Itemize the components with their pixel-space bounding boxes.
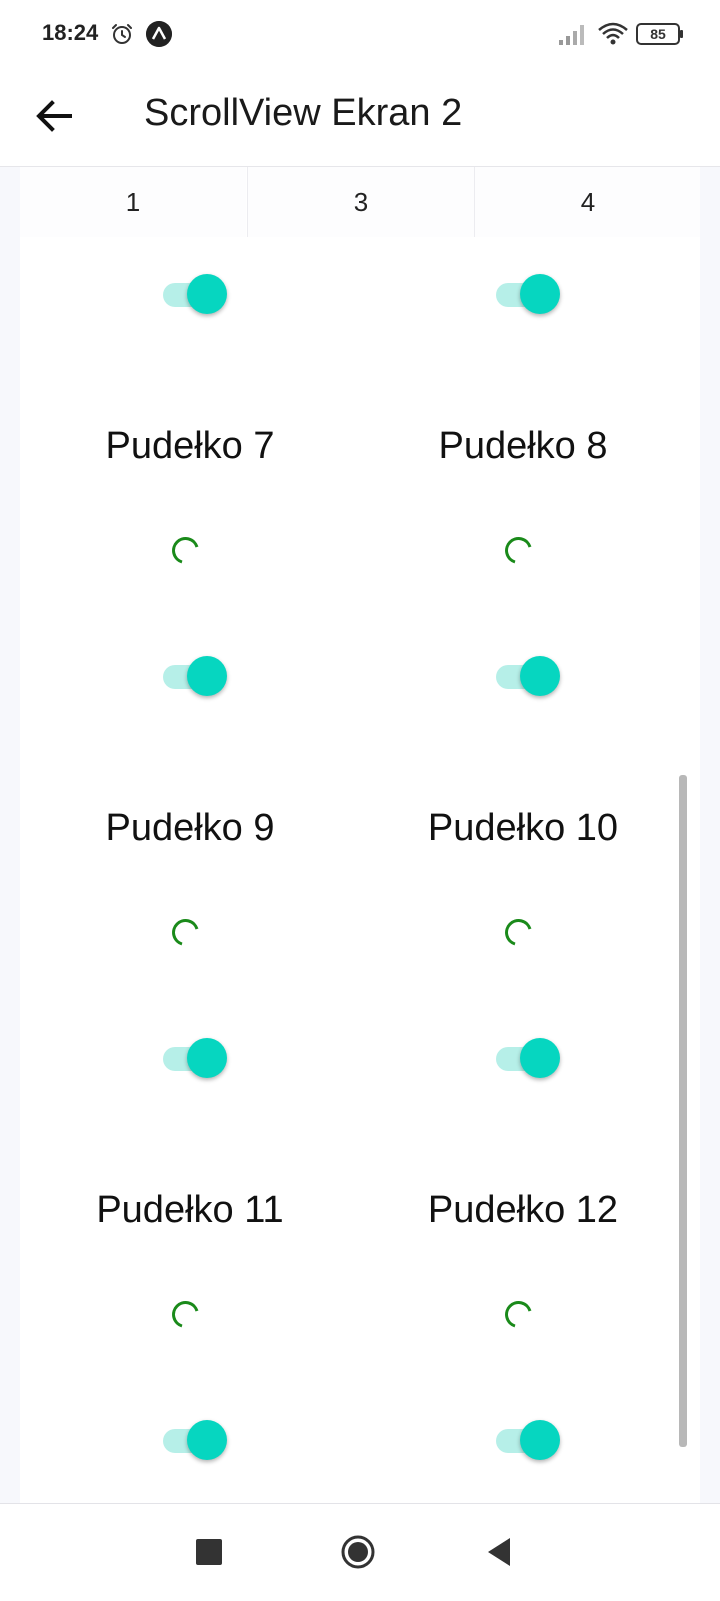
loading-spinner-icon (505, 1301, 532, 1328)
loading-spinner-icon (505, 537, 532, 564)
battery-icon: 85 (636, 23, 684, 45)
nav-back-icon[interactable] (484, 1536, 514, 1568)
box-label: Pudełko 7 (105, 425, 275, 467)
loading-spinner-icon (505, 919, 532, 946)
battery-level: 85 (636, 23, 680, 45)
wifi-icon (598, 22, 628, 45)
signal-icon (559, 25, 584, 45)
toggle-switch[interactable] (163, 1420, 229, 1460)
tab-1[interactable]: 1 (20, 167, 246, 237)
back-arrow-icon[interactable] (30, 92, 78, 140)
box-label: Pudełko 11 (96, 1189, 284, 1231)
app-bar: ScrollView Ekran 2 (0, 68, 720, 167)
box-label: Pudełko 9 (105, 807, 275, 849)
status-bar: 18:24 85 (0, 0, 720, 68)
system-nav-bar (0, 1503, 720, 1601)
box-label: Pudełko 8 (438, 425, 608, 467)
toggle-switch[interactable] (163, 274, 229, 314)
scrollbar[interactable] (679, 775, 687, 1447)
toggle-switch[interactable] (496, 656, 562, 696)
loading-spinner-icon (172, 1301, 199, 1328)
status-time: 18:24 (42, 20, 99, 45)
home-icon[interactable] (340, 1534, 376, 1570)
toggle-switch[interactable] (496, 1420, 562, 1460)
recents-icon[interactable] (196, 1539, 222, 1565)
alarm-icon (112, 24, 132, 44)
toggle-switch[interactable] (496, 274, 562, 314)
box-label: Pudełko 10 (427, 807, 619, 849)
toggle-switch[interactable] (496, 1038, 562, 1078)
toggle-switch[interactable] (163, 1038, 229, 1078)
scroll-content[interactable]: 1 3 4 Pudełko 7 Pudełko 8 Pudełko 9 Pude… (20, 167, 700, 1503)
toggle-switch[interactable] (163, 656, 229, 696)
loading-spinner-icon (172, 537, 199, 564)
tab-4[interactable]: 4 (474, 167, 700, 237)
tab-row: 1 3 4 (20, 167, 700, 237)
tab-3[interactable]: 3 (247, 167, 474, 237)
page-title: ScrollView Ekran 2 (144, 92, 463, 134)
box-label: Pudełko 12 (427, 1189, 619, 1231)
app-notification-icon (146, 21, 172, 47)
loading-spinner-icon (172, 919, 199, 946)
